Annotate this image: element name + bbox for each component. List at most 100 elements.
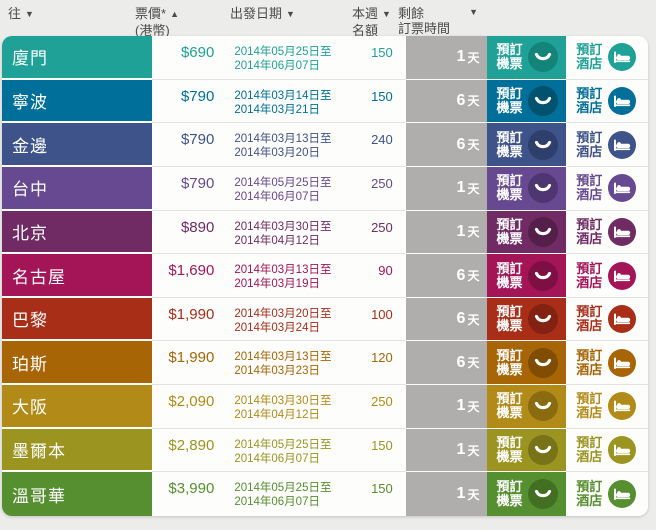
destination-cell: 廈門 [2,36,152,80]
book-flight-button[interactable]: 預訂 機票 [487,472,567,516]
brushwing-icon [528,85,559,116]
date-cell: 2014年05月25日至 2014年06月07日 [214,428,344,473]
price-value: $1,990 [168,349,215,367]
destination-label: 名古屋 [12,267,66,287]
destination-cell: 珀斯 [2,341,152,386]
date-to: 2014年06月07日 [234,452,320,465]
fare-row: 金邊 $790 2014年03月13日至 2014年03月20日 240 6 天… [2,123,648,167]
book-flight-button[interactable]: 預訂 機票 [487,254,567,298]
book-flight-button[interactable]: 預訂 機票 [487,428,567,473]
destination-cell: 台中 [2,166,152,211]
price-value: $790 [180,174,215,192]
date-cell: 2014年03月20日至 2014年03月24日 [214,297,344,342]
date-cell: 2014年03月30日至 2014年04月12日 [214,385,344,429]
book-flight-button[interactable]: 預訂 機票 [487,297,567,342]
book-flight-button[interactable]: 預訂 機票 [487,123,567,167]
date-from: 2014年03月20日至 [234,307,332,320]
book-flight-label: 預訂 機票 [496,260,523,290]
date-from: 2014年05月25日至 [234,176,332,189]
fare-row: 溫哥華 $3,990 2014年05月25日至 2014年06月07日 150 … [2,472,648,516]
book-flight-label: 預訂 機票 [496,129,523,159]
date-from: 2014年05月25日至 [234,46,332,58]
date-from: 2014年03月14日至 [234,89,332,102]
price-value: $2,890 [168,436,215,454]
book-hotel-link[interactable]: 預訂 酒店 [566,428,648,473]
weekly-quota-cell: 250 [343,385,393,429]
quota-value: 150 [371,481,393,497]
book-hotel-link[interactable]: 預訂 酒店 [566,297,648,342]
days-left-value: 6 [456,310,466,328]
destination-cell: 金邊 [2,123,152,167]
fare-row: 寧波 $790 2014年03月14日至 2014年03月21日 150 6 天… [2,79,648,124]
book-hotel-link[interactable]: 預訂 酒店 [566,254,648,298]
price-header-label: 票價* [135,6,167,21]
column-header-quota[interactable]: 本週 ▼ 名額 [352,6,391,38]
price-value: $790 [180,131,215,149]
quota-value: 90 [378,263,393,279]
column-header-remaining[interactable]: 剩餘 ▼ 訂票時間 [398,6,478,36]
book-hotel-link[interactable]: 預訂 酒店 [566,210,648,255]
date-from: 2014年03月30日至 [234,395,332,408]
quota-value: 150 [371,88,393,104]
date-to: 2014年06月07日 [234,60,320,72]
destination-label: 墨爾本 [12,442,66,462]
book-flight-label: 預訂 機票 [496,216,523,246]
quota-value: 250 [371,219,393,235]
days-unit-label: 天 [467,50,480,65]
book-flight-button[interactable]: 預訂 機票 [487,341,567,386]
fare-row: 台中 $790 2014年05月25日至 2014年06月07日 250 1 天… [2,166,648,211]
remaining-days-cell: 6 天 [405,79,488,124]
book-flight-label: 預訂 機票 [496,391,523,421]
book-flight-button[interactable]: 預訂 機票 [487,36,567,80]
column-header-destination[interactable]: 往 ▼ [8,6,34,23]
book-hotel-link[interactable]: 預訂 酒店 [566,36,648,80]
book-hotel-link[interactable]: 預訂 酒店 [566,385,648,429]
column-header-price[interactable]: 票價* ▲ (港幣) [135,6,179,38]
book-hotel-link[interactable]: 預訂 酒店 [566,472,648,516]
weekly-quota-cell: 90 [343,254,393,298]
weekly-quota-cell: 150 [343,472,393,516]
days-unit-label: 天 [467,443,480,458]
remaining-days-cell: 6 天 [405,297,488,342]
remaining-days-cell: 1 天 [405,166,488,211]
date-to: 2014年03月23日 [234,365,320,378]
fare-row: 巴黎 $1,990 2014年03月20日至 2014年03月24日 100 6… [2,297,648,342]
days-left-value: 1 [456,397,466,415]
book-flight-button[interactable]: 預訂 機票 [487,210,567,255]
column-header-date[interactable]: 出發日期 ▼ [230,6,295,23]
destination-label: 珀斯 [12,354,48,374]
sort-desc-icon: ▼ [25,9,34,19]
price-cell: $890 [151,210,215,255]
book-flight-button[interactable]: 預訂 機票 [487,385,567,429]
destination-cell: 北京 [2,210,152,255]
destination-label: 北京 [12,223,48,243]
remaining-days-cell: 1 天 [405,428,488,473]
book-hotel-label: 預訂 酒店 [576,42,603,72]
price-cell: $1,990 [151,341,215,386]
fare-row: 珀斯 $1,990 2014年03月13日至 2014年03月23日 120 6… [2,341,648,386]
bed-icon [608,43,637,72]
days-left-value: 1 [456,179,466,197]
book-hotel-link[interactable]: 預訂 酒店 [566,123,648,167]
book-flight-button[interactable]: 預訂 機票 [487,166,567,211]
quota-value: 150 [371,437,393,453]
date-to: 2014年03月20日 [234,147,320,160]
brushwing-icon [528,347,559,378]
date-from: 2014年05月25日至 [234,438,332,451]
spacer [392,297,406,342]
book-hotel-link[interactable]: 預訂 酒店 [566,341,648,386]
remaining-header-label2: 訂票時間 [398,21,451,36]
book-flight-button[interactable]: 預訂 機票 [487,79,567,124]
price-cell: $1,990 [151,297,215,342]
spacer [392,79,406,124]
bed-icon [608,261,637,290]
book-flight-label: 預訂 機票 [496,479,523,509]
remaining-header-label: 剩餘 [398,6,425,21]
date-to: 2014年04月12日 [234,234,320,247]
price-cell: $690 [151,36,215,80]
book-hotel-link[interactable]: 預訂 酒店 [566,79,648,124]
price-value: $1,690 [168,262,215,280]
date-to: 2014年03月21日 [234,103,320,116]
book-hotel-link[interactable]: 預訂 酒店 [566,166,648,211]
destination-cell: 名古屋 [2,254,152,298]
